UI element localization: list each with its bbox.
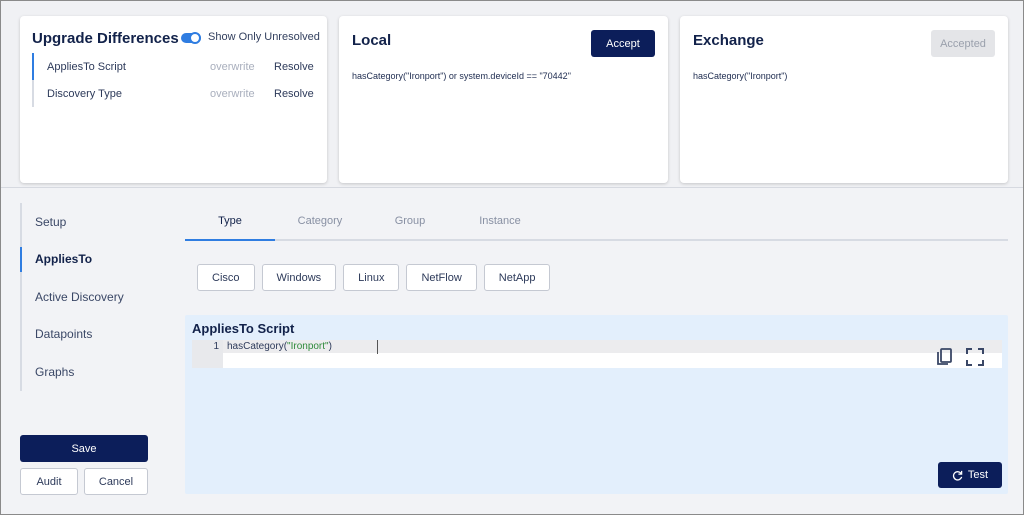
difference-action: overwrite bbox=[210, 60, 255, 73]
difference-name: AppliesTo Script bbox=[47, 60, 126, 73]
sidebar-item-active-discovery[interactable]: Active Discovery bbox=[22, 278, 160, 316]
line-number: 1 bbox=[213, 341, 219, 352]
resolve-link[interactable]: Resolve bbox=[274, 88, 314, 100]
local-card: Local Accept hasCategory("Ironport") or … bbox=[339, 16, 668, 183]
local-title: Local bbox=[352, 32, 392, 49]
chip-linux[interactable]: Linux bbox=[343, 264, 400, 291]
script-title: AppliesTo Script bbox=[192, 321, 295, 336]
resolve-link[interactable]: Resolve bbox=[274, 61, 314, 73]
accept-local-button[interactable]: Accept bbox=[591, 30, 655, 57]
code-line: hasCategory("Ironport") bbox=[227, 341, 332, 352]
sidebar-item-graphs[interactable]: Graphs bbox=[22, 353, 160, 391]
differences-list: AppliesTo Script overwrite Resolve Disco… bbox=[32, 53, 317, 108]
exchange-title: Exchange bbox=[693, 32, 764, 49]
chip-windows[interactable]: Windows bbox=[261, 264, 337, 291]
upgrade-differences-title: Upgrade Differences bbox=[32, 30, 179, 47]
chip-netapp[interactable]: NetApp bbox=[483, 264, 551, 291]
text-cursor bbox=[377, 340, 378, 354]
cancel-button[interactable]: Cancel bbox=[84, 468, 148, 495]
code-string: "Ironport" bbox=[287, 341, 329, 352]
applies-to-tabs: Type Category Group Instance bbox=[185, 209, 1008, 241]
difference-row-applies-to[interactable]: AppliesTo Script overwrite Resolve bbox=[32, 53, 317, 80]
exchange-code: hasCategory("Ironport") bbox=[693, 71, 788, 81]
tab-type[interactable]: Type bbox=[185, 209, 275, 241]
applies-to-script-panel: AppliesTo Script 1 hasCategory("Ironport… bbox=[185, 315, 1008, 494]
sidebar-item-setup[interactable]: Setup bbox=[22, 203, 160, 241]
tab-category[interactable]: Category bbox=[275, 209, 365, 239]
fullscreen-icon[interactable] bbox=[965, 347, 985, 367]
app-frame: Upgrade Differences Show Only Unresolved… bbox=[0, 0, 1024, 515]
code-editor[interactable]: 1 hasCategory("Ironport") bbox=[192, 340, 1002, 368]
show-unresolved-toggle[interactable] bbox=[181, 32, 201, 44]
editor-gutter: 1 bbox=[192, 340, 223, 368]
save-button[interactable]: Save bbox=[20, 435, 148, 462]
test-button[interactable]: Test bbox=[938, 462, 1002, 488]
exchange-card: Exchange Accepted hasCategory("Ironport"… bbox=[680, 16, 1008, 183]
chip-cisco[interactable]: Cisco bbox=[197, 264, 255, 291]
code-close: ) bbox=[328, 341, 332, 352]
sidebar-item-datapoints[interactable]: Datapoints bbox=[22, 316, 160, 354]
upgrade-differences-card: Upgrade Differences Show Only Unresolved… bbox=[20, 16, 327, 183]
toggle-knob bbox=[189, 32, 201, 44]
active-line bbox=[223, 340, 1002, 353]
copy-icon[interactable] bbox=[935, 347, 955, 367]
tab-instance[interactable]: Instance bbox=[455, 209, 545, 239]
accepted-exchange-button: Accepted bbox=[931, 30, 995, 57]
test-label: Test bbox=[967, 469, 989, 481]
side-nav: Setup AppliesTo Active Discovery Datapoi… bbox=[20, 203, 160, 391]
refresh-icon bbox=[952, 470, 963, 481]
code-function: hasCategory( bbox=[227, 341, 288, 352]
chip-netflow[interactable]: NetFlow bbox=[406, 264, 477, 291]
editor-area: Setup AppliesTo Active Discovery Datapoi… bbox=[1, 189, 1023, 514]
difference-row-discovery-type[interactable]: Discovery Type overwrite Resolve bbox=[32, 80, 317, 107]
show-unresolved-label: Show Only Unresolved bbox=[208, 31, 320, 43]
comparison-area: Upgrade Differences Show Only Unresolved… bbox=[1, 1, 1023, 188]
difference-name: Discovery Type bbox=[47, 87, 122, 100]
local-code: hasCategory("Ironport") or system.device… bbox=[352, 71, 571, 81]
difference-action: overwrite bbox=[210, 87, 255, 100]
tab-group[interactable]: Group bbox=[365, 209, 455, 239]
audit-button[interactable]: Audit bbox=[20, 468, 78, 495]
sidebar-item-appliesto[interactable]: AppliesTo bbox=[20, 241, 160, 279]
type-chips: Cisco Windows Linux NetFlow NetApp bbox=[197, 264, 551, 291]
